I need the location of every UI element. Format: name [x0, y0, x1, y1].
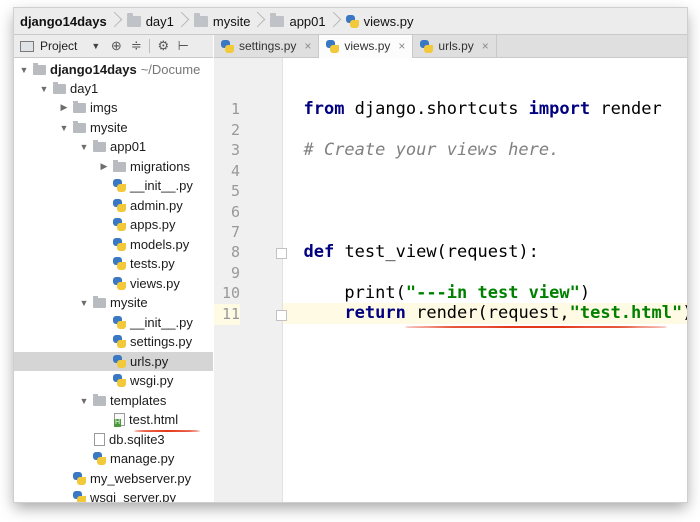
project-icon	[20, 40, 34, 52]
line-number: 8	[230, 243, 240, 261]
chevron-down-icon[interactable]: ▼	[78, 396, 90, 406]
tab-views[interactable]: views.py ×	[319, 35, 414, 59]
close-icon[interactable]: ×	[398, 39, 405, 53]
chevron-right-icon[interactable]: ▶	[98, 161, 110, 172]
chevron-down-icon[interactable]: ▼	[91, 41, 100, 51]
python-file-icon	[326, 39, 340, 53]
python-file-icon	[113, 218, 126, 231]
code-editor[interactable]: from django.shortcuts import render # Cr…	[283, 58, 687, 502]
tree-item-django14days[interactable]: ▼ django14days ~/Docume	[14, 60, 217, 79]
folder-icon	[113, 159, 126, 172]
project-view-selector[interactable]: Project	[40, 39, 77, 53]
python-file-icon	[345, 14, 359, 28]
chevron-down-icon[interactable]: ▼	[18, 65, 30, 75]
code-line-11: return render(request,"test.html")	[344, 303, 687, 323]
line-number: 5	[230, 182, 240, 200]
editor-tabs: settings.py × views.py × urls.py ×	[214, 35, 687, 59]
python-file-icon	[73, 491, 86, 502]
line-number: 2	[230, 121, 240, 139]
folder-icon	[93, 393, 106, 406]
line-number-current: 11	[214, 304, 240, 325]
python-file-icon	[113, 355, 126, 368]
folder-icon	[126, 12, 141, 27]
html-file-icon	[114, 413, 125, 427]
breadcrumb-item-views[interactable]: views.py	[340, 8, 418, 34]
line-number: 10	[221, 284, 240, 302]
tree-item-day1[interactable]: ▼ day1	[14, 79, 237, 98]
python-file-icon	[221, 39, 234, 53]
project-tree: ▼ django14days ~/Docume ▼ day1 ▶ imgs ▼ …	[14, 58, 213, 502]
line-number: 9	[230, 264, 240, 282]
line-number: 4	[230, 162, 240, 180]
fold-marker-icon[interactable]	[276, 310, 287, 321]
python-file-icon	[113, 316, 126, 329]
python-file-icon	[93, 452, 106, 465]
python-file-icon	[113, 257, 126, 270]
close-icon[interactable]: ×	[304, 39, 311, 53]
python-file-icon	[113, 238, 126, 251]
line-number: 6	[230, 203, 240, 221]
close-icon[interactable]: ×	[482, 39, 489, 53]
breadcrumb-item-app01[interactable]: app01	[264, 8, 329, 34]
code-line-10: print("---in test view")	[303, 283, 591, 303]
python-file-icon	[113, 199, 126, 212]
folder-icon	[53, 81, 66, 94]
chevron-right-icon[interactable]: ▶	[58, 102, 70, 113]
hide-icon[interactable]: ⊢	[175, 38, 191, 54]
folder-icon	[73, 120, 86, 133]
breadcrumb-item-project[interactable]: django14days	[14, 8, 111, 34]
folder-icon	[270, 12, 285, 27]
breadcrumb-item-mysite[interactable]: mysite	[188, 8, 255, 34]
breadcrumb-item-day1[interactable]: day1	[121, 8, 178, 34]
chevron-down-icon[interactable]: ▼	[38, 84, 50, 94]
breadcrumb-separator	[330, 8, 340, 34]
tab-settings[interactable]: settings.py ×	[214, 35, 320, 57]
code-line-1: from django.shortcuts import render	[303, 99, 662, 119]
chevron-down-icon[interactable]: ▼	[58, 123, 70, 133]
project-toolbar: Project ▼ ⊕ ≑ ⚙ ⊢	[14, 35, 213, 58]
folder-icon	[33, 62, 46, 75]
annotation-underline	[134, 430, 200, 432]
code-line-8: def test_view(request):	[303, 242, 539, 262]
python-file-icon	[113, 374, 126, 387]
tab-urls[interactable]: urls.py ×	[413, 35, 497, 57]
ide-window: django14days day1 mysite app01 views.py …	[14, 8, 687, 502]
chevron-down-icon[interactable]: ▼	[78, 298, 90, 308]
python-file-icon	[113, 179, 126, 192]
folder-icon	[93, 139, 106, 152]
breadcrumb-separator	[178, 8, 188, 34]
breadcrumb-separator	[254, 8, 264, 34]
folder-icon	[93, 295, 106, 308]
python-file-icon	[420, 39, 434, 53]
folder-icon	[73, 100, 86, 113]
breadcrumb-separator	[111, 8, 121, 34]
line-number: 1	[230, 100, 240, 118]
python-file-icon	[113, 335, 126, 348]
gear-icon[interactable]: ⚙	[155, 38, 171, 54]
python-file-icon	[73, 472, 86, 485]
line-number: 3	[230, 141, 240, 159]
folder-icon	[193, 12, 208, 27]
line-number: 7	[230, 223, 240, 241]
file-icon	[94, 433, 105, 446]
annotation-underline	[405, 326, 667, 328]
breadcrumb: django14days day1 mysite app01 views.py	[14, 8, 687, 35]
code-line-3: # Create your views here.	[303, 140, 560, 160]
chevron-down-icon[interactable]: ▼	[78, 142, 90, 152]
fold-marker-icon[interactable]	[276, 248, 287, 259]
collapse-icon[interactable]: ≑	[128, 38, 144, 54]
python-file-icon	[113, 277, 126, 290]
toolbar-divider	[149, 39, 151, 53]
tree-item-urls-py[interactable]: urls.py	[14, 352, 213, 371]
add-icon[interactable]: ⊕	[108, 38, 124, 54]
